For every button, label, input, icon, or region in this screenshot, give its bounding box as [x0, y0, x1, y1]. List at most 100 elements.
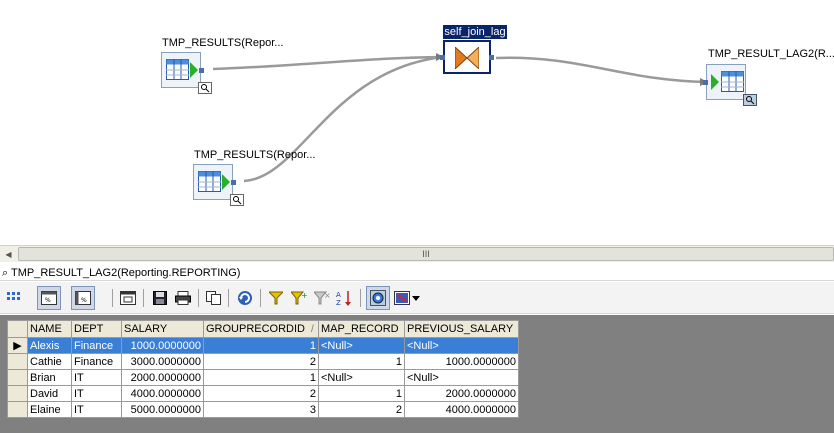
copy-icon[interactable]: [204, 288, 224, 308]
cell-name[interactable]: Brian: [27, 369, 72, 386]
join-icon: [454, 45, 480, 72]
horizontal-scrollbar[interactable]: ◀ III: [0, 245, 834, 262]
row-selector[interactable]: ▶: [7, 337, 28, 354]
filter-icon[interactable]: [266, 288, 286, 308]
cell-salary[interactable]: 5000.0000000: [121, 401, 204, 418]
chart-icon[interactable]: [392, 288, 412, 308]
view-b-icon[interactable]: %: [71, 286, 95, 310]
column-header-previous-salary[interactable]: PREVIOUS_SALARY: [404, 320, 519, 338]
refresh-icon[interactable]: [235, 288, 255, 308]
link-join-target: [495, 56, 707, 84]
cell-previous-salary[interactable]: <Null>: [404, 337, 519, 354]
grid-header-row: NAME DEPT SALARY GROUPRECORDID / MAP_RECO…: [7, 320, 519, 338]
table-row[interactable]: David IT 4000.0000000 2 1 2000.0000000: [7, 385, 519, 402]
target-node[interactable]: [703, 64, 757, 106]
row-selector[interactable]: [7, 401, 28, 418]
table-icon: [198, 171, 230, 196]
cell-name[interactable]: Elaine: [27, 401, 72, 418]
input-port[interactable]: [703, 80, 708, 85]
scroll-left-icon[interactable]: ◀: [1, 247, 16, 262]
cell-map-record[interactable]: 1: [318, 385, 405, 402]
cell-salary[interactable]: 1000.0000000: [121, 337, 204, 354]
cell-dept[interactable]: IT: [71, 385, 122, 402]
filter-add-icon[interactable]: +: [289, 288, 309, 308]
table-row[interactable]: ▶ Alexis Finance 1000.0000000 1 <Null> <Null>: [7, 337, 519, 354]
column-header-grouprecordid[interactable]: GROUPRECORDID /: [203, 320, 319, 338]
table-icon: [711, 71, 747, 96]
cell-grouprecordid[interactable]: 1: [203, 369, 319, 386]
grid-corner[interactable]: [7, 320, 28, 338]
column-header-dept[interactable]: DEPT: [71, 320, 122, 338]
svg-text:+: +: [301, 291, 307, 300]
target-label: TMP_RESULT_LAG2(R...: [708, 48, 834, 60]
cell-dept[interactable]: IT: [71, 369, 122, 386]
save-icon[interactable]: [150, 288, 170, 308]
row-selector[interactable]: [7, 369, 28, 386]
viewer-title-bar: ⌕ TMP_RESULT_LAG2(Reporting.REPORTING): [0, 265, 834, 281]
cell-name[interactable]: David: [27, 385, 72, 402]
viewer-toolbar: % % + × AZ: [0, 282, 834, 314]
link-source2-join: [243, 55, 444, 183]
dropdown-arrow-icon[interactable]: [410, 288, 422, 308]
svg-text:×: ×: [324, 291, 330, 300]
sort-icon[interactable]: AZ: [335, 288, 355, 308]
cell-grouprecordid[interactable]: 3: [203, 401, 319, 418]
output-port[interactable]: [199, 68, 204, 73]
table-icon: [166, 59, 198, 84]
grid-handle-icon[interactable]: [4, 288, 24, 308]
cell-grouprecordid[interactable]: 2: [203, 353, 319, 370]
data-viewer-icon[interactable]: [366, 286, 390, 310]
cell-salary[interactable]: 3000.0000000: [121, 353, 204, 370]
magnifier-icon[interactable]: [743, 94, 757, 109]
input-port[interactable]: [440, 55, 445, 60]
svg-text:Z: Z: [336, 299, 341, 306]
cell-name[interactable]: Alexis: [27, 337, 72, 354]
cell-previous-salary[interactable]: 1000.0000000: [404, 353, 519, 370]
cell-map-record[interactable]: <Null>: [318, 337, 405, 354]
join-node[interactable]: [440, 40, 494, 74]
magnifier-icon[interactable]: [198, 82, 212, 97]
source1-node[interactable]: [161, 52, 212, 94]
source2-label: TMP_RESULTS(Repor...: [194, 149, 316, 161]
print-icon[interactable]: [173, 288, 193, 308]
row-selector[interactable]: [7, 353, 28, 370]
link-source1-join: [212, 55, 444, 71]
output-port[interactable]: [489, 55, 494, 60]
scrollbar-grip: III: [422, 249, 430, 259]
column-header-map-record[interactable]: MAP_RECORD: [318, 320, 405, 338]
export-icon[interactable]: [118, 288, 138, 308]
output-port[interactable]: [231, 180, 236, 185]
cell-map-record[interactable]: 1: [318, 353, 405, 370]
cell-map-record[interactable]: 2: [318, 401, 405, 418]
cell-previous-salary[interactable]: 4000.0000000: [404, 401, 519, 418]
view-a-icon[interactable]: %: [37, 286, 61, 310]
viewer-title: TMP_RESULT_LAG2(Reporting.REPORTING): [11, 267, 241, 279]
result-grid-area: NAME DEPT SALARY GROUPRECORDID / MAP_RECO…: [0, 315, 834, 433]
cell-previous-salary[interactable]: 2000.0000000: [404, 385, 519, 402]
sort-marker-icon: /: [311, 324, 314, 335]
cell-previous-salary[interactable]: <Null>: [404, 369, 519, 386]
cell-salary[interactable]: 4000.0000000: [121, 385, 204, 402]
cell-name[interactable]: Cathie: [27, 353, 72, 370]
result-grid[interactable]: NAME DEPT SALARY GROUPRECORDID / MAP_RECO…: [7, 320, 519, 418]
source2-node[interactable]: [193, 164, 244, 206]
cell-map-record[interactable]: <Null>: [318, 369, 405, 386]
cell-dept[interactable]: Finance: [71, 337, 122, 354]
cell-grouprecordid[interactable]: 1: [203, 337, 319, 354]
cell-dept[interactable]: IT: [71, 401, 122, 418]
row-selector[interactable]: [7, 385, 28, 402]
column-header-name[interactable]: NAME: [27, 320, 72, 338]
cell-dept[interactable]: Finance: [71, 353, 122, 370]
table-row[interactable]: Brian IT 2000.0000000 1 <Null> <Null>: [7, 369, 519, 386]
column-header-salary[interactable]: SALARY: [121, 320, 204, 338]
svg-text:%: %: [81, 297, 87, 304]
table-row[interactable]: Cathie Finance 3000.0000000 2 1 1000.0000000: [7, 353, 519, 370]
cell-salary[interactable]: 2000.0000000: [121, 369, 204, 386]
svg-text:%: %: [45, 297, 51, 304]
scrollbar-thumb[interactable]: III: [18, 247, 834, 261]
flow-canvas[interactable]: TMP_RESULTS(Repor... TMP_RESULTS(Repor..…: [0, 0, 834, 246]
cell-grouprecordid[interactable]: 2: [203, 385, 319, 402]
table-row[interactable]: Elaine IT 5000.0000000 3 2 4000.0000000: [7, 401, 519, 418]
filter-clear-icon[interactable]: ×: [312, 288, 332, 308]
magnifier-icon[interactable]: [230, 194, 244, 209]
